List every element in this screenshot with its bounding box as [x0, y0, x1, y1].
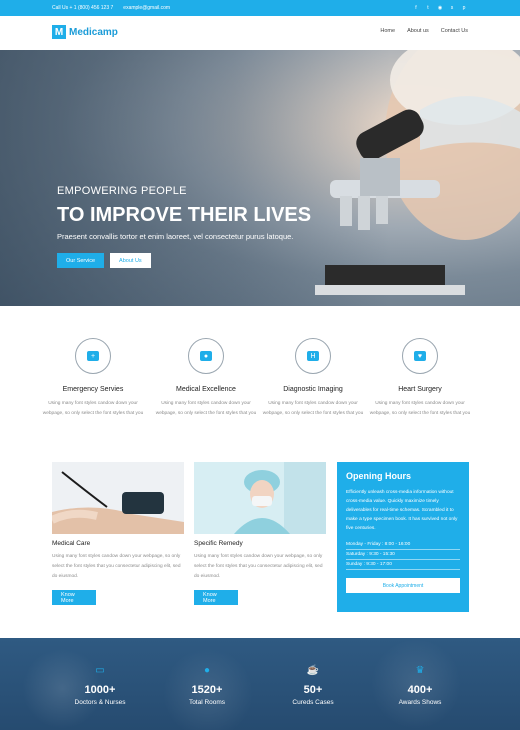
coffee-cup-icon: ☕: [306, 664, 320, 676]
hospital-icon: H: [295, 338, 331, 374]
service-medical-excellence: ● Medical Excellence Using many font sty…: [151, 338, 261, 419]
top-contact: Call Us + 1 (800) 456 123 7 example@gmai…: [52, 5, 170, 11]
know-more-button[interactable]: Know More: [52, 590, 96, 605]
facebook-icon[interactable]: f: [412, 4, 420, 12]
stat-number: 1520+: [191, 684, 223, 696]
hero-title: TO IMPROVE THEIR LIVES: [57, 204, 312, 226]
heartbeat-icon: ♥: [402, 338, 438, 374]
feature-title: Specific Remedy: [194, 540, 243, 547]
nav-home[interactable]: Home: [380, 28, 395, 34]
service-diagnostic: H Diagnostic Imaging Using many font sty…: [258, 338, 368, 419]
stat-label: Total Rooms: [188, 699, 226, 706]
hours-row: Sunday : 9:30 - 17:00: [346, 560, 460, 570]
feature-title: Medical Care: [52, 540, 91, 547]
our-service-button[interactable]: Our Service: [57, 253, 105, 268]
social-links: f t ◉ s p: [412, 4, 468, 12]
book-appointment-button[interactable]: Book Appointment: [346, 578, 460, 593]
hours-text: Efficiently unleash cross-media informat…: [346, 490, 458, 531]
stat-awards: ♛ 400+ Awards Shows: [370, 664, 470, 707]
feature-specific-remedy: Specific Remedy Using many font styles c…: [194, 462, 326, 605]
ambulance-icon: +: [75, 338, 111, 374]
stat-number: 400+: [407, 684, 433, 696]
service-text: Using many font styles candow down your …: [369, 401, 471, 416]
service-heart-surgery: ♥ Heart Surgery Using many font styles c…: [365, 338, 475, 419]
logo-text: Medicamp: [69, 26, 118, 38]
service-title: Heart Surgery: [398, 386, 442, 393]
stats-section: ▭ 1000+ Doctors & Nurses ● 1520+ Total R…: [0, 638, 520, 730]
stat-label: Doctors & Nurses: [74, 699, 126, 706]
service-text: Using many font styles candow down your …: [262, 401, 364, 416]
nav-contact[interactable]: Contact Us: [441, 28, 468, 34]
logo-mark: M: [52, 25, 66, 39]
stat-label: Cureds Cases: [292, 699, 334, 706]
email-text[interactable]: example@gmail.com: [123, 5, 170, 11]
service-title: Emergency Servies: [62, 386, 124, 393]
trophy-icon: ♛: [415, 664, 425, 676]
blood-pressure-photo: [52, 462, 184, 534]
feature-text: Using many font styles candow down your …: [194, 554, 323, 579]
stat-label: Awards Shows: [398, 699, 442, 706]
hero-subtitle: Praesent convallis tortor et enim laoree…: [57, 232, 294, 241]
feature-text: Using many font styles candow down your …: [52, 554, 181, 579]
monitor-icon: ▭: [95, 664, 105, 676]
site-header: M Medicamp Home About us Contact Us: [0, 16, 520, 50]
hours-title: Opening Hours: [346, 471, 411, 481]
stat-cured: ☕ 50+ Cureds Cases: [263, 664, 363, 707]
skype-icon[interactable]: s: [448, 4, 456, 12]
service-title: Diagnostic Imaging: [283, 386, 343, 393]
opening-hours-panel: Opening Hours Efficiently unleash cross-…: [337, 462, 469, 612]
main-nav: Home About us Contact Us: [380, 28, 468, 34]
service-text: Using many font styles candow down your …: [42, 401, 144, 416]
know-more-button[interactable]: Know More: [194, 590, 238, 605]
twitter-icon[interactable]: t: [424, 4, 432, 12]
stat-doctors: ▭ 1000+ Doctors & Nurses: [50, 664, 150, 707]
service-text: Using many font styles candow down your …: [155, 401, 257, 416]
stat-rooms: ● 1520+ Total Rooms: [157, 664, 257, 707]
hours-row: Monday - Friday : 8:00 - 16:00: [346, 540, 460, 550]
people-icon: ●: [203, 664, 211, 676]
pinterest-icon[interactable]: p: [460, 4, 468, 12]
service-emergency: + Emergency Servies Using many font styl…: [38, 338, 148, 419]
logo[interactable]: M Medicamp: [52, 25, 118, 39]
doctor-icon: ●: [188, 338, 224, 374]
hero-buttons: Our Service About Us: [57, 253, 151, 268]
service-title: Medical Excellence: [176, 386, 236, 393]
feature-medical-care: Medical Care Using many font styles cand…: [52, 462, 184, 605]
services-section: + Emergency Servies Using many font styl…: [0, 306, 520, 446]
nav-about[interactable]: About us: [407, 28, 429, 34]
scientist-microscope-image: [315, 50, 520, 295]
top-bar: Call Us + 1 (800) 456 123 7 example@gmai…: [0, 0, 520, 16]
hero-eyebrow: EMPOWERING PEOPLE: [57, 185, 187, 197]
hours-row: Saturday : 9:30 - 15:30: [346, 550, 460, 560]
surgeon-photo: [194, 462, 326, 534]
hero-banner: EMPOWERING PEOPLE TO IMPROVE THEIR LIVES…: [0, 50, 520, 306]
stat-number: 1000+: [84, 684, 116, 696]
about-us-button[interactable]: About Us: [110, 253, 151, 268]
stat-number: 50+: [303, 684, 323, 696]
instagram-icon[interactable]: ◉: [436, 4, 444, 12]
phone-text: Call Us + 1 (800) 456 123 7: [52, 5, 114, 11]
hours-list: Monday - Friday : 8:00 - 16:00 Saturday …: [346, 540, 460, 570]
